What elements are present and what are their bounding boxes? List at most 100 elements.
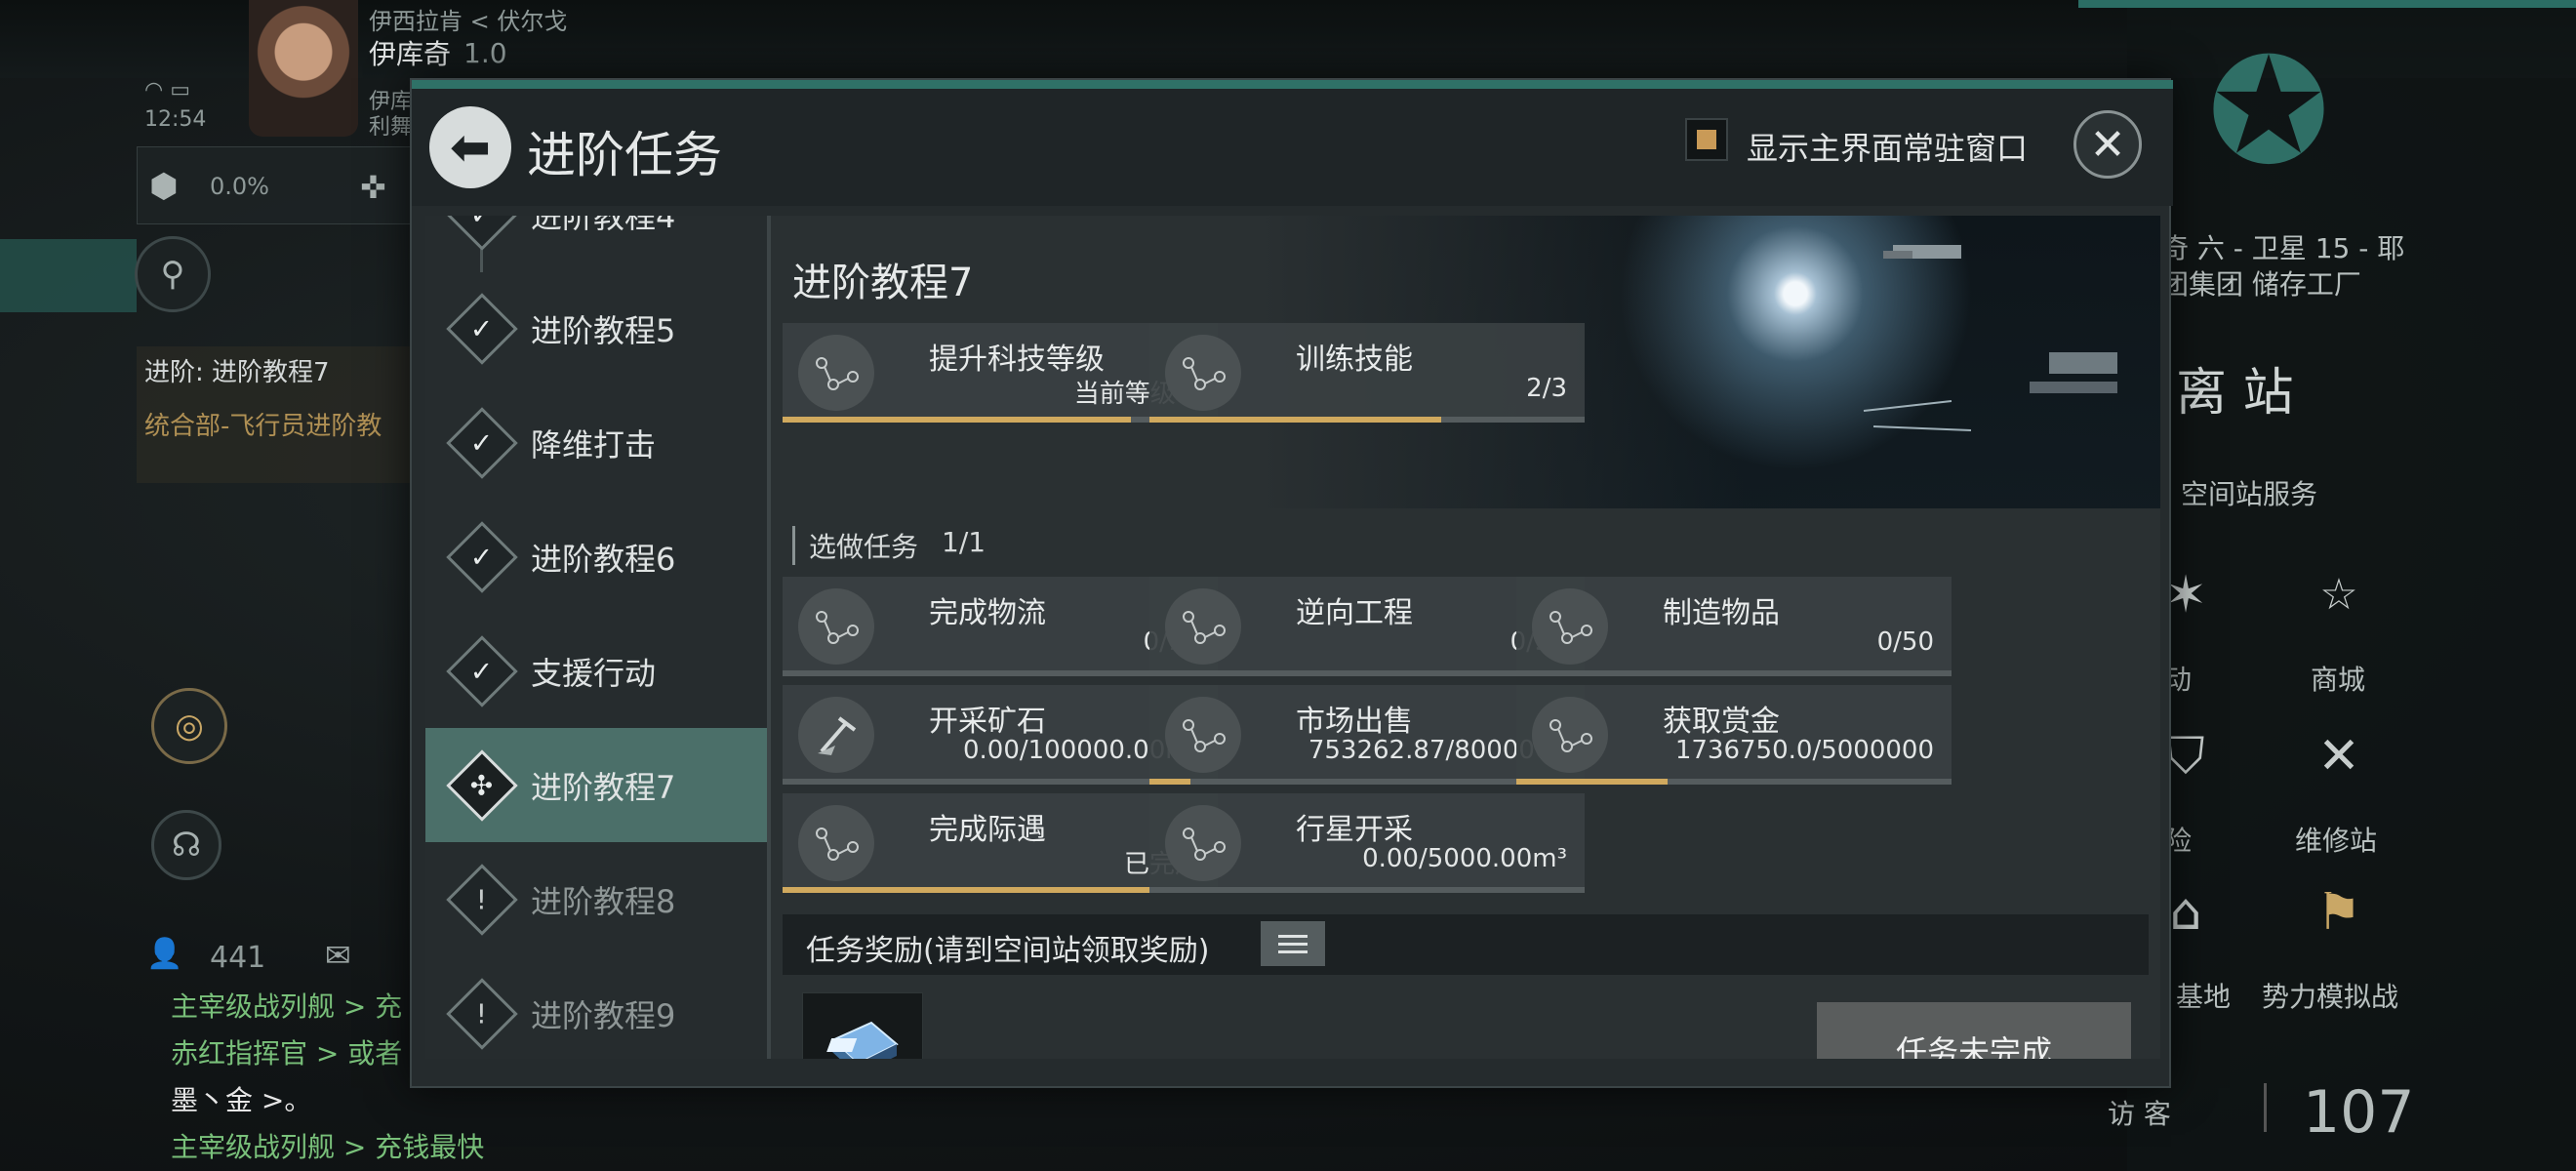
service-label-shop[interactable]: 商城 xyxy=(2311,659,2365,698)
list-item-label: 进阶教程7 xyxy=(531,768,676,806)
clock: 12:54 xyxy=(144,107,207,132)
player-name: 伊库奇 xyxy=(369,38,452,70)
check-icon: ✓ xyxy=(446,216,518,251)
task-name: 训练技能 xyxy=(1296,343,1413,377)
list-item-label: 降维打击 xyxy=(531,425,657,464)
station-services-title: 空间站服务 xyxy=(2181,478,2318,510)
shop-icon[interactable]: ☆ xyxy=(2295,561,2383,629)
list-item-label: 进阶教程5 xyxy=(531,311,676,349)
task-progress: 1736750.0/5000000 xyxy=(1674,736,1934,765)
player-avatar[interactable] xyxy=(249,0,358,137)
list-item-label: 进阶教程4 xyxy=(531,216,676,235)
dialog-header: ⬅ 进阶任务 显示主界面常驻窗口 ✕ xyxy=(412,89,2173,206)
station-name-line2: 团集团 储存工厂 xyxy=(2161,268,2361,301)
back-button[interactable]: ⬅ xyxy=(429,106,511,188)
list-item-dimension-strike[interactable]: ✓ 降维打击 xyxy=(425,385,767,500)
task-name: 提升科技等级 xyxy=(929,343,1105,377)
wifi-icon: ◠ ▭ xyxy=(144,78,190,102)
task-card-train-skills[interactable]: 训练技能 2/3 xyxy=(1149,323,1585,423)
reward-label: 任务奖励(请到空间站领取奖励) xyxy=(806,934,1210,968)
task-card-optional[interactable]: 行星开采 0.00/5000.00m³ xyxy=(1149,793,1585,893)
undock-button[interactable]: 离 站 xyxy=(2176,351,2294,424)
check-icon: ✓ xyxy=(446,520,518,593)
mission-tracker[interactable]: 进阶: 进阶教程7 统合部-飞行员进阶教 xyxy=(137,346,449,483)
task-icon xyxy=(1532,697,1608,773)
task-name: 开采矿石 xyxy=(929,705,1046,739)
list-item-label: 进阶教程9 xyxy=(531,996,676,1034)
chip-icon xyxy=(826,1021,899,1059)
in-progress-icon: ✣ xyxy=(446,748,518,822)
corp-name-2: 利舞 xyxy=(369,115,413,140)
task-progress-bar xyxy=(1516,670,1952,676)
cargo-percent: 0.0% xyxy=(210,173,269,200)
advanced-missions-dialog: ⬅ 进阶任务 显示主界面常驻窗口 ✕ ✓ 进阶教程4 ✓ 进阶教程5 ✓ 降维打… xyxy=(410,78,2173,1088)
visitors-count: 107 xyxy=(2303,1078,2415,1147)
tutorial-list[interactable]: ✓ 进阶教程4 ✓ 进阶教程5 ✓ 降维打击 ✓ 进阶教程6 ✓ 支援行动 ✣ … xyxy=(425,216,767,1059)
task-progress-bar xyxy=(1149,887,1585,893)
list-item-label: 进阶教程8 xyxy=(531,882,676,920)
list-item-tutorial-4[interactable]: ✓ 进阶教程4 xyxy=(425,216,767,272)
list-item-tutorial-9[interactable]: ! 进阶教程9 xyxy=(425,956,767,1059)
task-name: 完成际遇 xyxy=(929,813,1046,847)
service-label-faction[interactable]: 势力模拟战 xyxy=(2262,976,2398,1015)
task-card-optional[interactable]: 制造物品 0/50 xyxy=(1516,577,1952,676)
close-button[interactable]: ✕ xyxy=(2073,110,2142,179)
chat-line: 主宰级战列舰 > 充钱最快 xyxy=(171,1131,485,1163)
ship-icon: ✜ xyxy=(360,169,386,206)
station-name-line1: 奇 六 - 卫星 15 - 耶 xyxy=(2161,232,2405,264)
mission-tracker-title: 进阶: 进阶教程7 xyxy=(144,358,330,387)
members-icon: 👤 xyxy=(146,937,183,971)
security-status: 1.0 xyxy=(463,37,507,69)
mining-icon xyxy=(798,697,874,773)
list-item-tutorial-8[interactable]: ! 进阶教程8 xyxy=(425,842,767,956)
task-progress: 0.00/5000.00m³ xyxy=(1362,844,1567,873)
faction-star-icon: ✪ xyxy=(2207,27,2330,197)
tutorial-detail: 进阶教程7 提升科技等级 当前等级:5 训练技能 2/3 选做任务 1/1 完成… xyxy=(771,216,2160,1059)
task-icon xyxy=(1532,588,1608,665)
list-item-tutorial-7[interactable]: ✣ 进阶教程7 xyxy=(425,728,767,842)
task-name: 制造物品 xyxy=(1663,596,1780,630)
repair-icon[interactable]: ✕ xyxy=(2295,722,2383,790)
location-breadcrumb[interactable]: 伊西拉肯 < 伏尔戈 xyxy=(369,2,567,36)
list-item-support-action[interactable]: ✓ 支援行动 xyxy=(425,614,767,728)
members-count: 441 xyxy=(210,941,266,975)
list-item-tutorial-6[interactable]: ✓ 进阶教程6 xyxy=(425,500,767,614)
optional-tasks-label: 选做任务 xyxy=(792,526,918,565)
reward-item-chip[interactable] xyxy=(802,992,923,1059)
station-panel-accent xyxy=(2078,0,2576,8)
task-icon xyxy=(1165,588,1241,665)
task-card-optional[interactable]: 获取赏金 1736750.0/5000000 xyxy=(1516,685,1952,785)
check-icon: ✓ xyxy=(446,292,518,365)
side-tab-highlight xyxy=(0,239,137,312)
tutorial-title: 进阶教程7 xyxy=(792,261,974,305)
task-name: 获取赏金 xyxy=(1663,705,1780,739)
cargo-status-box[interactable]: ⬢ 0.0% ✜ xyxy=(137,146,439,224)
check-icon: ✓ xyxy=(446,634,518,707)
locked-icon: ! xyxy=(446,977,518,1050)
service-label-repair[interactable]: 维修站 xyxy=(2295,820,2377,859)
headset-icon[interactable]: ☊ xyxy=(151,810,221,880)
check-icon: ✓ xyxy=(446,406,518,479)
mail-icon[interactable]: ✉ xyxy=(325,937,351,974)
dialog-title: 进阶任务 xyxy=(527,127,722,183)
faction-icon[interactable]: ⚑ xyxy=(2295,878,2383,947)
optional-tasks-count: 1/1 xyxy=(942,526,986,558)
task-icon xyxy=(798,588,874,665)
list-item-tutorial-5[interactable]: ✓ 进阶教程5 xyxy=(425,271,767,385)
starships-image xyxy=(1863,245,2117,431)
pin-window-checkbox[interactable] xyxy=(1685,118,1728,161)
task-name: 完成物流 xyxy=(929,596,1046,630)
target-icon[interactable]: ◎ xyxy=(151,688,227,764)
task-name: 市场出售 xyxy=(1296,705,1413,739)
back-arrow-icon: ⬅ xyxy=(450,119,491,176)
dialog-accent-line xyxy=(412,80,2173,89)
service-label-base[interactable]: 基地 xyxy=(2176,976,2231,1015)
list-item-label: 进阶教程6 xyxy=(531,540,676,578)
mission-incomplete-button[interactable]: 任务未完成 xyxy=(1817,1002,2131,1059)
reward-list-toggle[interactable] xyxy=(1261,921,1325,966)
pin-window-label[interactable]: 显示主界面常驻窗口 xyxy=(1747,124,2028,169)
task-icon xyxy=(1165,805,1241,881)
location-pin-icon[interactable]: ⚲ xyxy=(135,236,211,312)
task-progress-bar xyxy=(1516,779,1952,785)
close-icon: ✕ xyxy=(2089,119,2126,170)
